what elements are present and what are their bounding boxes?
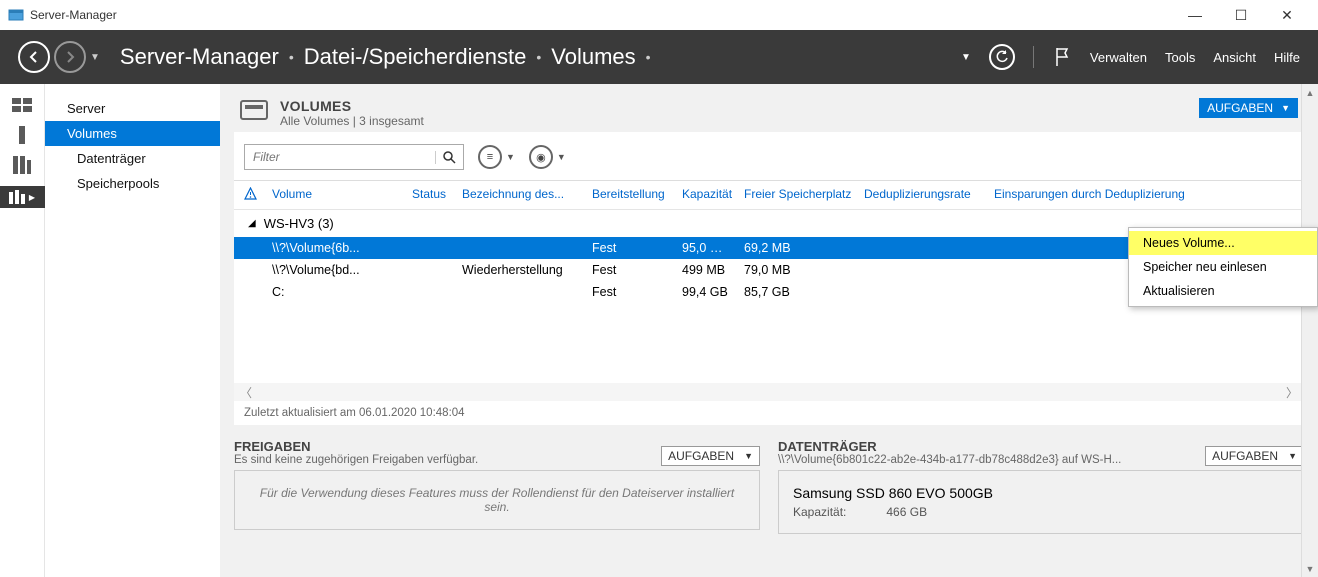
sidebar-item-server[interactable]: Server [45, 96, 220, 121]
menu-hilfe[interactable]: Hilfe [1274, 50, 1300, 65]
rail-dashboard-icon[interactable] [8, 96, 36, 114]
section-subtitle: Alle Volumes | 3 insgesamt [280, 114, 424, 128]
datentraeger-desc: \\?\Volume{6b801c22-ab2e-434b-a177-db78c… [778, 454, 1121, 466]
window-title: Server-Manager [30, 8, 117, 22]
volumes-icon [240, 100, 268, 120]
breadcrumb: Server-Manager • Datei-/Speicherdienste … [120, 44, 651, 70]
col-volume[interactable]: Volume [264, 187, 404, 203]
notifications-flag-icon[interactable] [1052, 47, 1072, 67]
col-bereitstellung[interactable]: Bereitstellung [584, 187, 674, 203]
minimize-button[interactable]: — [1172, 0, 1218, 30]
sidebar-item-speicherpools[interactable]: Speicherpools [45, 171, 220, 196]
nav-forward-button [54, 41, 86, 73]
nav-dropdown-icon[interactable]: ▼ [90, 52, 100, 63]
tasks-label: AUFGABEN [1207, 101, 1273, 115]
freigaben-desc: Es sind keine zugehörigen Freigaben verf… [234, 454, 478, 466]
capacity-value: 466 GB [886, 505, 927, 519]
horizontal-scrollbar[interactable]: 〈〉 [234, 383, 1304, 401]
table-header: Volume Status Bezeichnung des... Bereits… [234, 181, 1304, 210]
col-frei[interactable]: Freier Speicherplatz [736, 187, 856, 203]
ctx-rescan[interactable]: Speicher neu einlesen [1129, 255, 1317, 279]
close-button[interactable]: ✕ [1264, 0, 1310, 30]
nav-back-button[interactable] [18, 41, 50, 73]
ctx-refresh[interactable]: Aktualisieren [1129, 279, 1317, 303]
rail-file-services-icon[interactable]: ▶ [0, 186, 45, 208]
sidebar-item-volumes[interactable]: Volumes [45, 121, 220, 146]
col-status[interactable]: Status [404, 187, 454, 203]
datentraeger-title: DATENTRÄGER [778, 439, 1121, 454]
chevron-down-icon: ▼ [1281, 103, 1290, 113]
col-dedup-savings[interactable]: Einsparungen durch Deduplizierung [986, 187, 1294, 203]
freigaben-message: Für die Verwendung dieses Features muss … [234, 470, 760, 530]
freigaben-tasks-button[interactable]: AUFGABEN▼ [661, 446, 760, 466]
capacity-label: Kapazität: [793, 505, 846, 519]
title-bar: Server-Manager — ☐ ✕ [0, 0, 1318, 30]
breadcrumb-root[interactable]: Server-Manager [120, 44, 279, 70]
app-icon [8, 7, 24, 23]
refresh-button[interactable] [989, 44, 1015, 70]
datentraeger-tasks-button[interactable]: AUFGABEN▼ [1205, 446, 1304, 466]
rail-all-servers-icon[interactable] [8, 156, 36, 174]
section-title: VOLUMES [280, 98, 424, 114]
sidebar-item-datentraeger[interactable]: Datenträger [45, 146, 220, 171]
vertical-scrollbar[interactable]: ▲▼ [1301, 84, 1318, 577]
context-menu: Neues Volume... Speicher neu einlesen Ak… [1128, 227, 1318, 307]
disk-info: Samsung SSD 860 EVO 500GB Kapazität: 466… [778, 470, 1304, 534]
maximize-button[interactable]: ☐ [1218, 0, 1264, 30]
status-line: Zuletzt aktualisiert am 06.01.2020 10:48… [234, 401, 1304, 425]
menu-ansicht[interactable]: Ansicht [1213, 50, 1256, 65]
group-label: WS-HV3 (3) [264, 216, 334, 231]
menu-verwalten[interactable]: Verwalten [1090, 50, 1147, 65]
alert-icon[interactable] [244, 187, 264, 203]
breadcrumb-leaf[interactable]: Volumes [551, 44, 635, 70]
rail-local-server-icon[interactable] [8, 126, 36, 144]
freigaben-title: FREIGABEN [234, 439, 478, 454]
view-options-button[interactable]: ≡▼ [478, 145, 515, 169]
col-dedup-rate[interactable]: Deduplizierungsrate [856, 187, 986, 203]
ctx-new-volume[interactable]: Neues Volume... [1129, 231, 1317, 255]
menu-tools[interactable]: Tools [1165, 50, 1195, 65]
filter-input[interactable] [245, 150, 435, 164]
header-bar: ▼ Server-Manager • Datei-/Speicherdienst… [0, 30, 1318, 84]
search-icon[interactable] [435, 151, 463, 164]
filter-input-wrap [244, 144, 464, 170]
disk-name: Samsung SSD 860 EVO 500GB [793, 485, 1289, 501]
icon-rail: ▶ [0, 84, 45, 577]
main-content: VOLUMES Alle Volumes | 3 insgesamt AUFGA… [220, 84, 1318, 577]
sidebar: Server Volumes Datenträger Speicherpools [45, 84, 220, 577]
col-bezeichnung[interactable]: Bezeichnung des... [454, 187, 584, 203]
group-options-button[interactable]: ◉▼ [529, 145, 566, 169]
breadcrumb-mid[interactable]: Datei-/Speicherdienste [304, 44, 527, 70]
col-kapazitaet[interactable]: Kapazität [674, 187, 736, 203]
tasks-button[interactable]: AUFGABEN ▼ [1199, 98, 1298, 118]
header-dropdown-icon[interactable]: ▼ [961, 52, 971, 63]
